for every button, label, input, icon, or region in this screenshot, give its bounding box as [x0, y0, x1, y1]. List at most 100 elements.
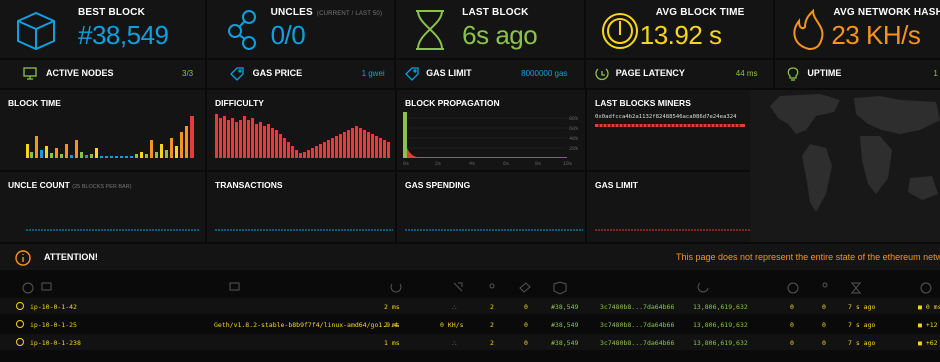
- node-difficulty: 13,806,619,632: [693, 339, 748, 347]
- info-icon: [15, 250, 31, 266]
- uptime-value: 1: [933, 69, 938, 78]
- clock-icon: [390, 283, 402, 293]
- block-propagation-chart: BLOCK PROPAGATION 80% 60% 40% 20% 0s 2s …: [397, 90, 585, 170]
- stats-row: BEST BLOCK #38,549 UNCLES (CURRENT / LAST…: [0, 0, 940, 58]
- gas-price-box: GAS PRICE 1 gwei: [206, 60, 395, 88]
- node-propagation: ■ +12: [918, 321, 938, 329]
- status-dot: [16, 320, 24, 328]
- uncles-icon: [227, 10, 256, 50]
- svg-text:2s: 2s: [435, 161, 441, 167]
- pickaxe-icon: [453, 282, 463, 292]
- x-ticks: 0s 2s 4s 6s 8s 10s: [403, 161, 572, 167]
- node-propagation: ■ 0 ms: [918, 303, 940, 311]
- node-latency: 2 ms: [384, 303, 400, 311]
- bulb-icon: [788, 67, 799, 81]
- propagation-bar: [403, 112, 407, 158]
- cube-icon: [17, 11, 55, 51]
- difficulty-bars: [215, 114, 390, 158]
- avg-hashrate-label: AVG NETWORK HASHRATE: [833, 7, 940, 18]
- transactions-chart: TRANSACTIONS: [207, 172, 395, 242]
- gas-limit-label: GAS LIMIT: [426, 68, 472, 78]
- svg-text:0s: 0s: [403, 161, 409, 167]
- node-txs: 0: [822, 321, 826, 329]
- grid: [403, 117, 567, 149]
- node-propagation: ■ +62: [918, 339, 938, 347]
- node-peers: 2: [490, 303, 494, 311]
- node-latency: 1 ms: [384, 339, 400, 347]
- hourglass-icon: [416, 10, 445, 50]
- monitor-icon: [41, 282, 52, 291]
- node-txs: 0: [822, 303, 826, 311]
- node-difficulty: 13,806,619,632: [693, 321, 748, 329]
- propagation-plot: 80% 60% 40% 20% 0s 2s 4s 6s 8s 10s: [403, 112, 578, 167]
- world-map-shapes: [770, 94, 940, 212]
- tag-icon: [229, 67, 244, 81]
- node-last-block: 7 s ago: [848, 339, 876, 347]
- transactions-line: [215, 229, 393, 231]
- last-block-value: 6s ago: [462, 20, 538, 50]
- world-map: [750, 90, 940, 242]
- node-hash: 3c7480b8...7da64b66: [600, 321, 675, 329]
- avg-hashrate-value: 23 KH/s: [831, 20, 921, 50]
- node-info: Geth/v1.8.2-stable-b8b9f7f4/linux-amd64/…: [214, 321, 398, 329]
- uncles-label: UNCLES (CURRENT / LAST 50): [270, 7, 383, 18]
- gas-spending-line: [405, 229, 583, 231]
- best-block-label: BEST BLOCK: [78, 7, 145, 18]
- node-uncles: 0: [790, 303, 794, 311]
- uncles-value: 0/0: [270, 20, 306, 50]
- node-pending: 0: [524, 303, 528, 311]
- last-block-label: LAST BLOCK: [462, 7, 529, 18]
- gas-limit-box: GAS LIMIT 8000000 gas: [396, 60, 584, 88]
- check-icon: [22, 282, 34, 294]
- svg-text:6s: 6s: [503, 161, 509, 167]
- node-hashrate: 0 KH/s: [440, 321, 464, 329]
- table-row[interactable]: ip-10-0-1-25 Geth/v1.8.2-stable-b8b9f7f4…: [0, 316, 940, 332]
- node-latency: 2 ms: [384, 321, 400, 329]
- svg-text:20%: 20%: [569, 146, 578, 152]
- node-pending: 0: [524, 321, 528, 329]
- small-stats-row: ACTIVE NODES 3/3 GAS PRICE 1 gwei GAS LI…: [0, 60, 940, 88]
- svg-text:10s: 10s: [563, 161, 572, 167]
- flame-icon: [793, 8, 824, 51]
- page-latency-label: PAGE LATENCY: [615, 68, 685, 78]
- uncles-box: UNCLES (CURRENT / LAST 50) 0/0: [206, 0, 395, 58]
- active-nodes-box: ACTIVE NODES 3/3: [0, 60, 205, 88]
- gas-price-value: 1 gwei: [361, 69, 385, 78]
- page-latency-box: PAGE LATENCY 44 ms: [585, 60, 774, 88]
- difficulty-chart: DIFFICULTY: [207, 90, 395, 170]
- peers-icon: [489, 283, 495, 289]
- monitor-icon: [23, 67, 37, 80]
- bars: [215, 114, 390, 158]
- last-block-box: LAST BLOCK 6s ago: [396, 0, 584, 58]
- node-peers: 2: [490, 339, 494, 347]
- table-row[interactable]: ip-10-0-1-238 1 ms ⛬ 2 0 #38,549 3c7480b…: [0, 334, 940, 350]
- y-ticks: 80% 60% 40% 20%: [569, 116, 578, 152]
- clock-icon: [595, 68, 609, 81]
- status-dot: [16, 338, 24, 346]
- uptime-box: UPTIME 1: [775, 60, 940, 88]
- svg-text:4s: 4s: [469, 161, 475, 167]
- difficulty-icon: [697, 282, 709, 293]
- node-last-block: 7 s ago: [848, 303, 876, 311]
- node-peers: 2: [490, 321, 494, 329]
- block-time-chart: BLOCK TIME: [0, 90, 205, 170]
- gas-price-label: GAS PRICE: [252, 68, 303, 78]
- gas-limit-value: 8000000 gas: [521, 69, 568, 78]
- gas-spending-chart: GAS SPENDING: [397, 172, 585, 242]
- check-icon: [787, 282, 799, 294]
- page-latency-value: 44 ms: [735, 69, 758, 78]
- svg-text:60%: 60%: [569, 126, 578, 132]
- table-row[interactable]: ip-10-0-1-42 2 ms ⛬ 2 0 #38,549 3c7480b8…: [0, 298, 940, 314]
- node-name: ip-10-0-1-25: [30, 321, 77, 329]
- node-pending: 0: [524, 339, 528, 347]
- propagation-area: [407, 148, 567, 158]
- tag-icon: [405, 67, 419, 81]
- tag-icon: [519, 282, 531, 293]
- svg-text:80%: 80%: [569, 116, 578, 122]
- gas-limit-chart: GAS LIMIT: [587, 172, 752, 242]
- mining-icon: ⛬: [452, 303, 457, 311]
- node-txs: 0: [822, 339, 826, 347]
- bars: [26, 116, 194, 158]
- status-dot: [16, 302, 24, 310]
- laptop-icon: [229, 282, 240, 291]
